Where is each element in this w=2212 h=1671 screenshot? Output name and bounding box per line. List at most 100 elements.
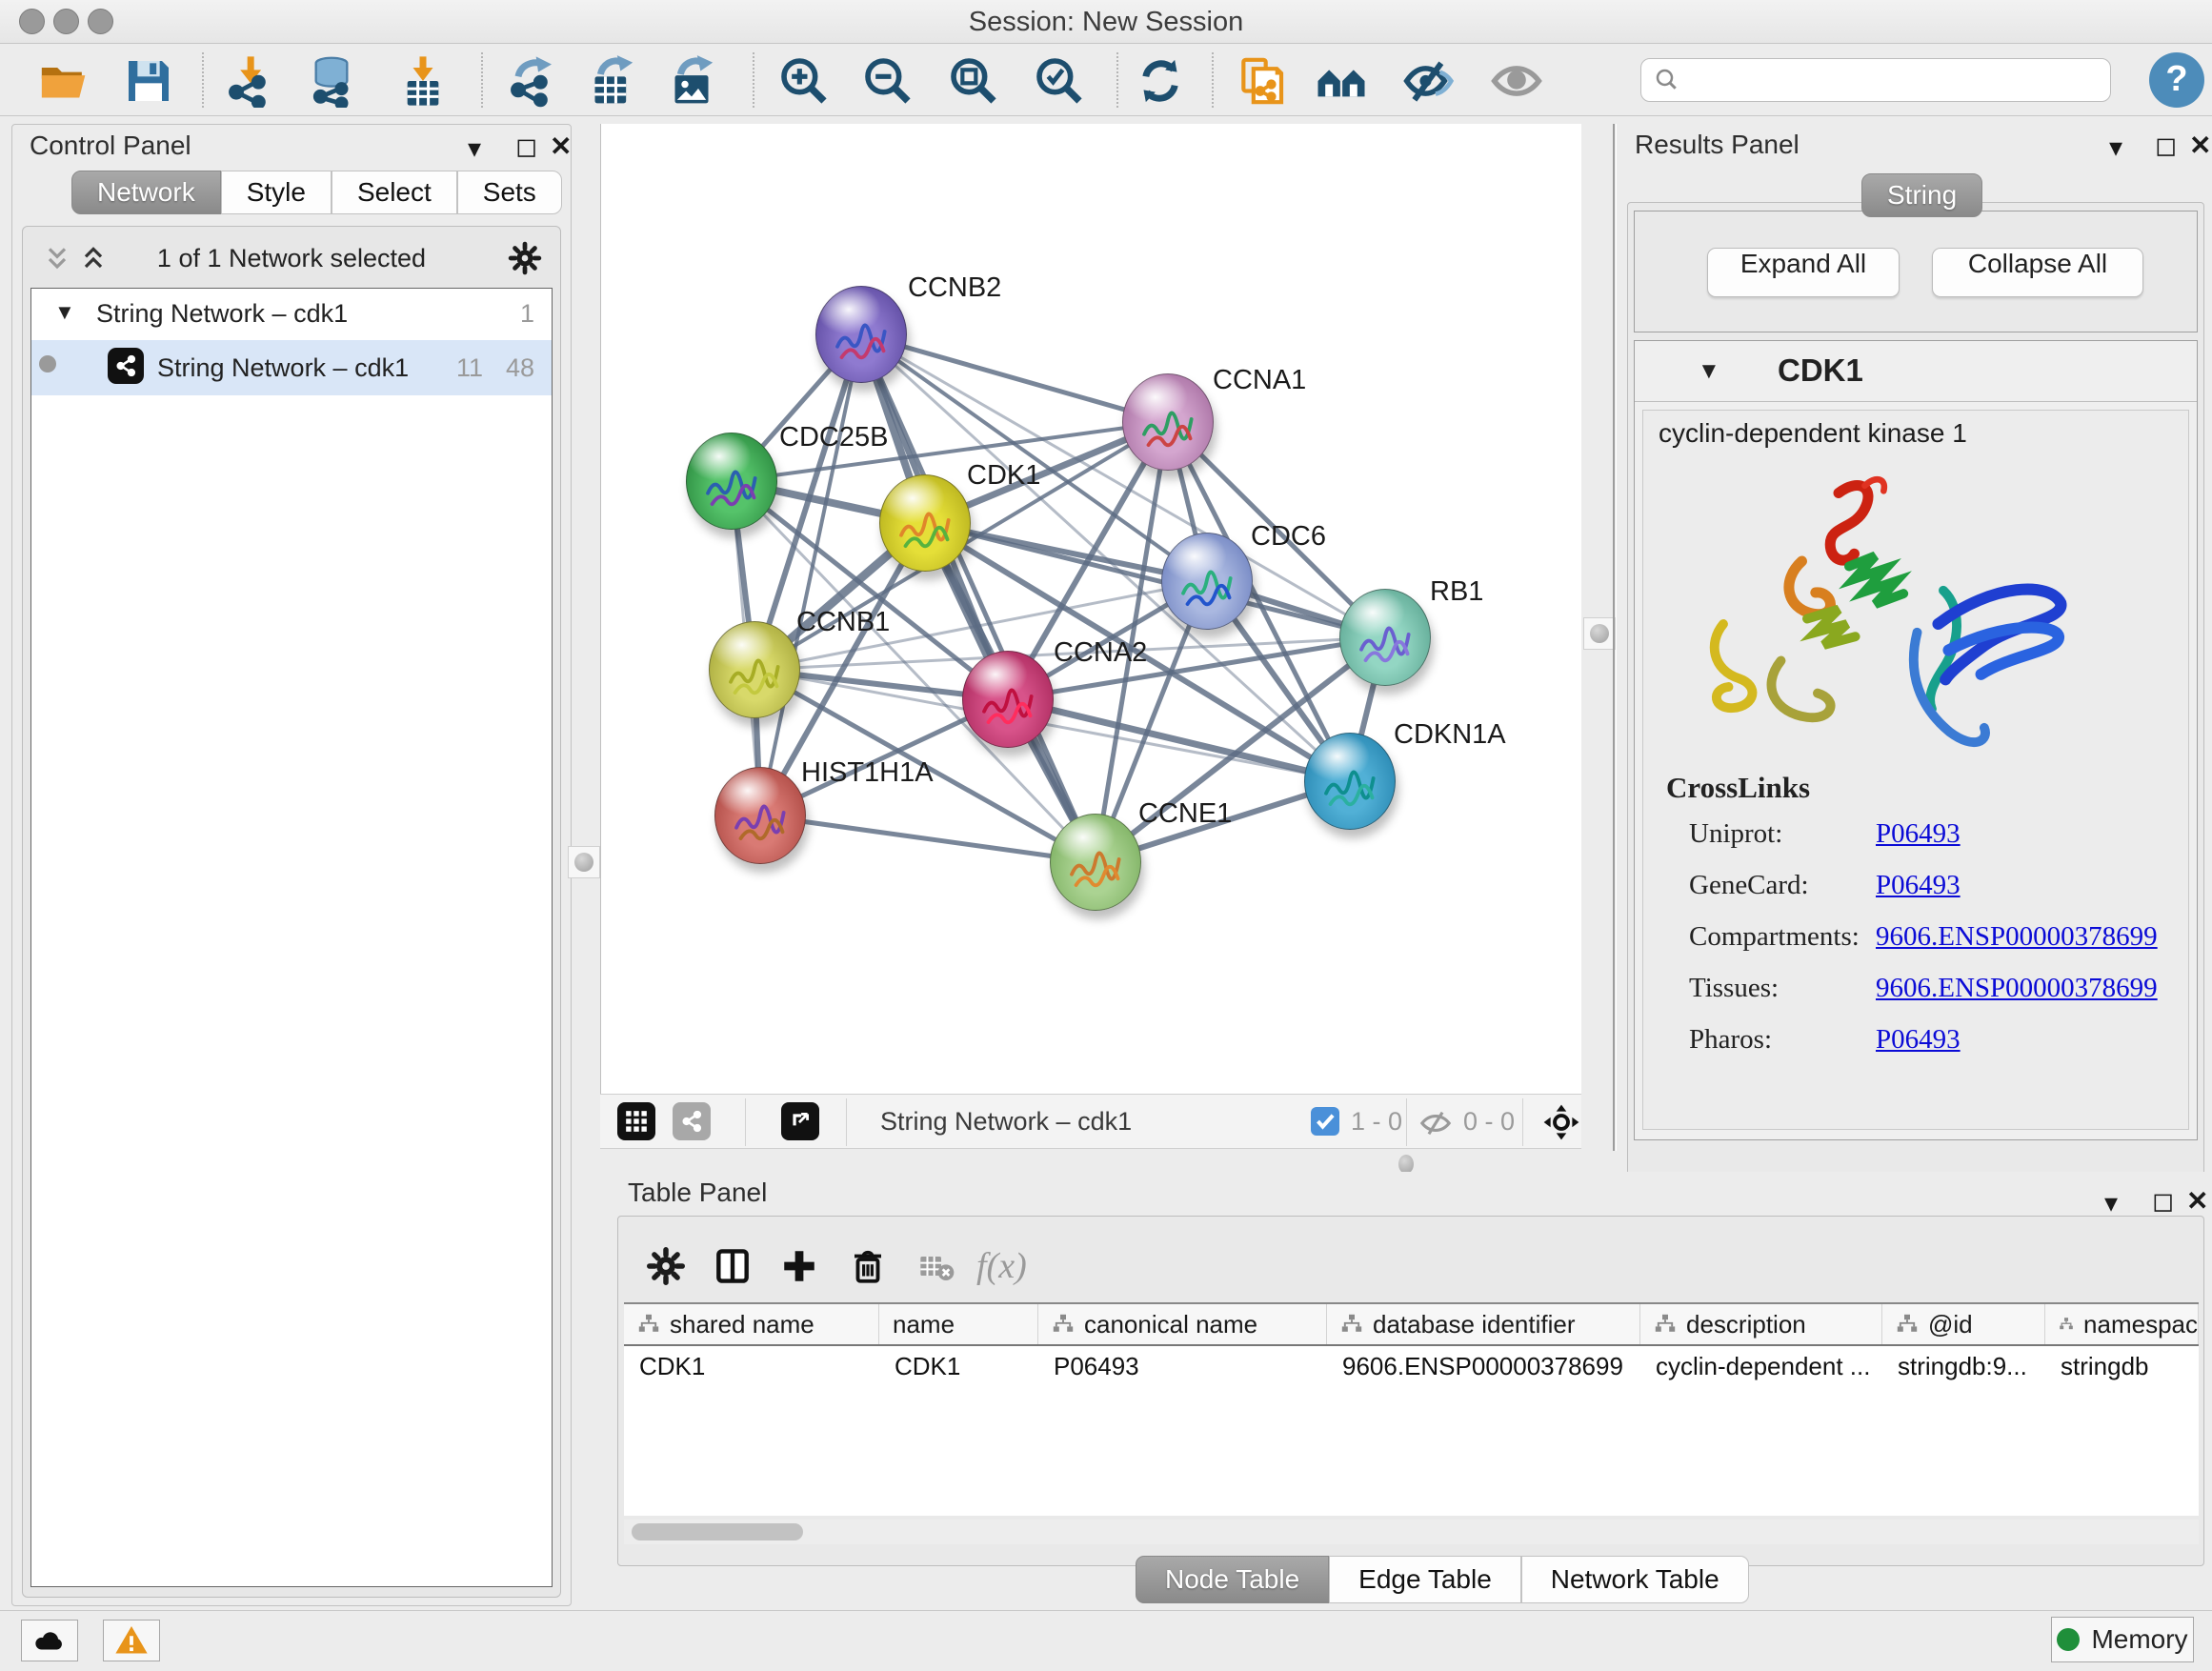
network-node-ccne1[interactable]	[1050, 814, 1141, 911]
open-session-button[interactable]	[34, 52, 91, 110]
close-panel-icon[interactable]: ✕	[2189, 130, 2211, 161]
crosslink-value-link[interactable]: P06493	[1876, 818, 1961, 850]
search-icon	[1653, 66, 1681, 94]
network-node-cdkn1a[interactable]	[1304, 733, 1396, 830]
show-all-button[interactable]	[1488, 52, 1545, 110]
network-node-cdk1[interactable]	[879, 474, 971, 572]
float-panel-icon[interactable]: ◻	[515, 131, 537, 162]
tree-expand-icon[interactable]: ▼	[54, 300, 75, 325]
save-session-button[interactable]	[120, 52, 177, 110]
show-overview-button[interactable]	[1313, 52, 1370, 110]
zoom-fit-button[interactable]	[945, 52, 1002, 110]
select-columns-button[interactable]	[706, 1239, 759, 1293]
network-node-ccna2[interactable]	[962, 651, 1054, 748]
export-network-button[interactable]	[503, 52, 560, 110]
collapse-section-icon[interactable]: ▼	[1698, 358, 1720, 385]
warnings-button[interactable]	[103, 1620, 160, 1661]
cloud-button[interactable]	[21, 1620, 78, 1661]
tab-style[interactable]: Style	[221, 171, 332, 214]
fit-content-icon[interactable]	[1541, 1102, 1581, 1142]
hide-selected-button[interactable]	[1400, 52, 1458, 110]
network-node-hist1h1a[interactable]	[714, 767, 806, 864]
crosslink-value-link[interactable]: 9606.ENSP00000378699	[1876, 921, 2158, 953]
collapse-all-button[interactable]: Collapse All	[1932, 248, 2143, 297]
table-cell[interactable]: CDK1	[879, 1346, 1038, 1386]
network-edge[interactable]	[760, 334, 861, 815]
network-node-rb1[interactable]	[1339, 589, 1431, 686]
open-in-window-button[interactable]	[781, 1102, 819, 1140]
close-panel-icon[interactable]: ✕	[2186, 1185, 2208, 1217]
gear-icon[interactable]	[507, 240, 543, 276]
collapse-panel-icon[interactable]: ▾	[468, 132, 481, 164]
export-image-button[interactable]	[663, 52, 720, 110]
column-header-@id[interactable]: @id	[1882, 1304, 2045, 1344]
import-network-database-button[interactable]	[303, 52, 360, 110]
zoom-selected-button[interactable]	[1031, 52, 1088, 110]
tab-network-table[interactable]: Network Table	[1521, 1556, 1749, 1603]
column-header-description[interactable]: description	[1640, 1304, 1882, 1344]
table-cell[interactable]: stringdb:9...	[1882, 1346, 2045, 1386]
export-table-button[interactable]	[583, 52, 640, 110]
network-canvas[interactable]: CCNB2CCNA1CDC25BCDK1CDC6RB1CCNB1CCNA2CDK…	[600, 124, 1581, 1094]
collapse-panel-icon[interactable]: ▾	[2109, 131, 2122, 163]
tab-select[interactable]: Select	[332, 171, 457, 214]
zoom-out-button[interactable]	[859, 52, 916, 110]
network-row[interactable]: String Network – cdk1 11 48	[31, 340, 552, 395]
horizontal-splitter-handle[interactable]	[1398, 1155, 1414, 1174]
close-panel-icon[interactable]: ✕	[550, 131, 572, 162]
column-header-canonical-name[interactable]: canonical name	[1038, 1304, 1327, 1344]
network-node-ccnb1[interactable]	[709, 621, 800, 718]
table-cell[interactable]: 9606.ENSP00000378699	[1327, 1346, 1640, 1386]
tab-string[interactable]: String	[1861, 173, 1982, 217]
delete-table-button[interactable]	[910, 1239, 963, 1293]
birdseye-grid-button[interactable]	[617, 1102, 655, 1140]
network-node-ccnb2[interactable]	[815, 286, 907, 383]
import-table-button[interactable]	[394, 52, 452, 110]
column-header-database-identifier[interactable]: database identifier	[1327, 1304, 1640, 1344]
network-node-cdc25b[interactable]	[686, 433, 777, 530]
float-panel-icon[interactable]: ◻	[2155, 130, 2177, 161]
network-edge[interactable]	[760, 815, 1096, 862]
table-cell[interactable]: stringdb	[2045, 1346, 2199, 1386]
function-builder-button[interactable]: f(x)	[976, 1239, 1027, 1293]
tab-edge-table[interactable]: Edge Table	[1329, 1556, 1521, 1603]
toolbar-separator	[481, 52, 483, 108]
table-hscrollbar[interactable]	[624, 1520, 2199, 1544]
search-field[interactable]	[1640, 58, 2111, 102]
tab-network[interactable]: Network	[71, 171, 221, 214]
tab-sets[interactable]: Sets	[457, 171, 562, 214]
crosslink-value-link[interactable]: 9606.ENSP00000378699	[1876, 973, 2158, 1004]
table-cell[interactable]: P06493	[1038, 1346, 1327, 1386]
column-header-name[interactable]: name	[879, 1304, 1038, 1344]
crosslink-value-link[interactable]: P06493	[1876, 870, 1961, 901]
table-cell[interactable]: CDK1	[624, 1346, 879, 1386]
table-cell[interactable]: cyclin-dependent ...	[1640, 1346, 1882, 1386]
table-row[interactable]: CDK1CDK1P064939606.ENSP00000378699cyclin…	[624, 1346, 2199, 1386]
network-node-cdc6[interactable]	[1161, 533, 1253, 630]
zoom-in-button[interactable]	[775, 52, 833, 110]
selected-checkbox[interactable]	[1311, 1107, 1339, 1136]
memory-button[interactable]: Memory	[2051, 1617, 2194, 1662]
table-settings-button[interactable]	[639, 1239, 693, 1293]
network-node-ccna1[interactable]	[1122, 373, 1214, 471]
collapse-panel-icon[interactable]: ▾	[2104, 1187, 2118, 1218]
clone-network-button[interactable]	[1233, 52, 1290, 110]
float-panel-icon[interactable]: ◻	[2152, 1185, 2174, 1217]
protein-header-row[interactable]: ▼ CDK1	[1635, 341, 2197, 402]
expand-all-button[interactable]: Expand All	[1707, 248, 1900, 297]
create-column-button[interactable]	[773, 1239, 826, 1293]
left-splitter-handle[interactable]	[568, 846, 600, 878]
right-splitter-handle[interactable]	[1583, 617, 1616, 650]
crosslink-value-link[interactable]: P06493	[1876, 1024, 1961, 1056]
network-share-button[interactable]	[673, 1102, 711, 1140]
import-network-file-button[interactable]	[221, 52, 278, 110]
scrollbar-thumb[interactable]	[632, 1523, 803, 1540]
refresh-button[interactable]	[1132, 52, 1189, 110]
search-input[interactable]	[1681, 65, 2110, 96]
column-header-namespac[interactable]: namespac	[2045, 1304, 2199, 1344]
column-header-shared-name[interactable]: shared name	[624, 1304, 879, 1344]
tab-node-table[interactable]: Node Table	[1136, 1556, 1329, 1603]
network-collection-row[interactable]: ▼ String Network – cdk1 1	[31, 289, 552, 340]
delete-column-button[interactable]	[841, 1239, 895, 1293]
help-button[interactable]: ?	[2149, 52, 2204, 108]
